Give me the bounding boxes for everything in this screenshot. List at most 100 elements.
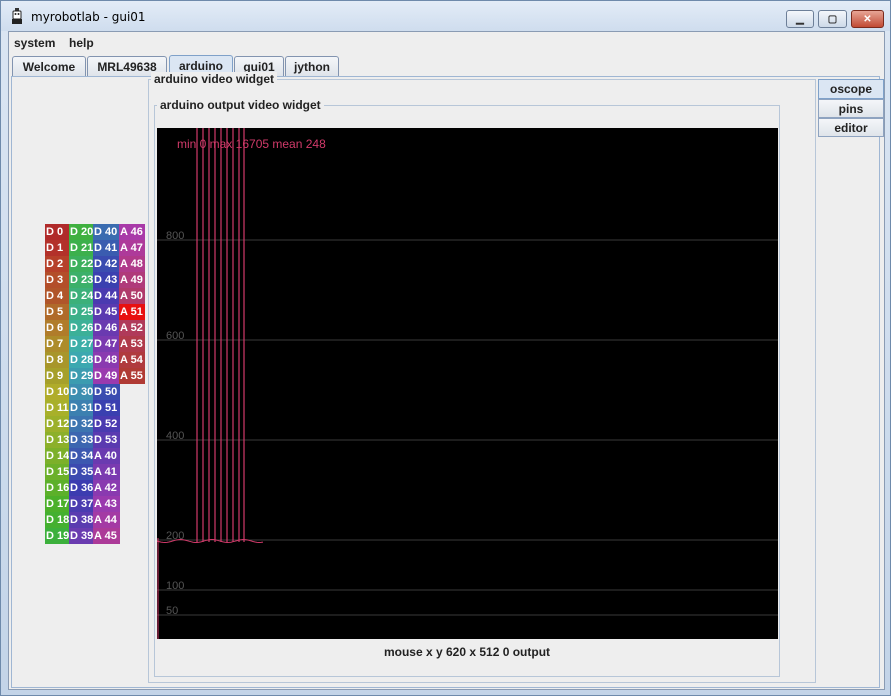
- pin-a50[interactable]: A 50: [119, 288, 145, 304]
- pin-d13[interactable]: D 13: [45, 432, 70, 448]
- pin-d53[interactable]: D 53: [93, 432, 120, 448]
- pin-d10[interactable]: D 10: [45, 384, 70, 400]
- grid-label-50: 50: [166, 605, 178, 617]
- app-icon: [12, 8, 22, 24]
- minimize-button[interactable]: ▁: [786, 10, 814, 28]
- pin-a45[interactable]: A 45: [93, 528, 120, 544]
- mouse-status: mouse x y 620 x 512 0 output: [383, 645, 551, 659]
- oscilloscope-display[interactable]: 800 600 400 200 100 50 min 0 max 16705 mean 24…: [157, 128, 778, 639]
- pin-d26[interactable]: D 26: [69, 320, 94, 336]
- pin-a53[interactable]: A 53: [119, 336, 145, 352]
- pin-d52[interactable]: D 52: [93, 416, 120, 432]
- pin-d23[interactable]: D 23: [69, 272, 94, 288]
- output-video-widget-group: arduino output video widget 800 600 400 200…: [154, 98, 780, 677]
- pin-d28[interactable]: D 28: [69, 352, 94, 368]
- pin-d6[interactable]: D 6: [45, 320, 70, 336]
- pin-d25[interactable]: D 25: [69, 304, 94, 320]
- pin-d22[interactable]: D 22: [69, 256, 94, 272]
- menu-system[interactable]: system: [14, 36, 55, 50]
- pin-d47[interactable]: D 47: [93, 336, 120, 352]
- pin-d50[interactable]: D 50: [93, 384, 120, 400]
- pin-d18[interactable]: D 18: [45, 512, 70, 528]
- oscilloscope-canvas: 80060040020010050min 0 max 16705 mean 24…: [157, 128, 778, 639]
- pin-d2[interactable]: D 2: [45, 256, 70, 272]
- pin-d40[interactable]: D 40: [93, 224, 120, 240]
- pin-a44[interactable]: A 44: [93, 512, 120, 528]
- tab-jython[interactable]: jython: [285, 56, 339, 76]
- pin-d42[interactable]: D 42: [93, 256, 120, 272]
- tab-pins[interactable]: pins: [818, 99, 884, 118]
- scope-stats: min 0 max 16705 mean 248: [177, 137, 326, 151]
- pin-d44[interactable]: D 44: [93, 288, 120, 304]
- pin-d21[interactable]: D 21: [69, 240, 94, 256]
- pin-d7[interactable]: D 7: [45, 336, 70, 352]
- video-widget-title: arduino video widget: [151, 72, 278, 86]
- pin-a40[interactable]: A 40: [93, 448, 120, 464]
- pin-d36[interactable]: D 36: [69, 480, 94, 496]
- pin-a43[interactable]: A 43: [93, 496, 120, 512]
- tab-oscope[interactable]: oscope: [818, 79, 884, 99]
- pin-a51[interactable]: A 51: [119, 304, 145, 320]
- maximize-button[interactable]: ▢: [818, 10, 847, 28]
- pin-d16[interactable]: D 16: [45, 480, 70, 496]
- pin-d14[interactable]: D 14: [45, 448, 70, 464]
- pin-a46[interactable]: A 46: [119, 224, 145, 240]
- pin-d45[interactable]: D 45: [93, 304, 120, 320]
- pin-d37[interactable]: D 37: [69, 496, 94, 512]
- pin-d48[interactable]: D 48: [93, 352, 120, 368]
- grid-label-800: 800: [166, 230, 184, 242]
- pin-a52[interactable]: A 52: [119, 320, 145, 336]
- pin-d1[interactable]: D 1: [45, 240, 70, 256]
- pin-a48[interactable]: A 48: [119, 256, 145, 272]
- pin-d17[interactable]: D 17: [45, 496, 70, 512]
- tab-editor[interactable]: editor: [818, 118, 884, 137]
- pin-d9[interactable]: D 9: [45, 368, 70, 384]
- pin-d43[interactable]: D 43: [93, 272, 120, 288]
- pin-d15[interactable]: D 15: [45, 464, 70, 480]
- pin-d33[interactable]: D 33: [69, 432, 94, 448]
- pin-d20[interactable]: D 20: [69, 224, 94, 240]
- pin-d5[interactable]: D 5: [45, 304, 70, 320]
- pin-d31[interactable]: D 31: [69, 400, 94, 416]
- grid-label-100: 100: [166, 580, 184, 592]
- pin-d32[interactable]: D 32: [69, 416, 94, 432]
- pin-d27[interactable]: D 27: [69, 336, 94, 352]
- pin-d4[interactable]: D 4: [45, 288, 70, 304]
- arduino-panel: D 0D 1D 2D 3D 4D 5D 6D 7D 8D 9D 10 D 11 D …: [11, 72, 884, 688]
- title-bar[interactable]: myrobotlab - gui01 ▁ ▢ ✕: [1, 1, 890, 31]
- pin-d30[interactable]: D 30: [69, 384, 94, 400]
- pin-d3[interactable]: D 3: [45, 272, 70, 288]
- menu-bar: system help: [9, 32, 884, 54]
- pin-d49[interactable]: D 49: [93, 368, 120, 384]
- tab-welcome[interactable]: Welcome: [12, 56, 86, 76]
- pin-d51[interactable]: D 51: [93, 400, 120, 416]
- pin-d46[interactable]: D 46: [93, 320, 120, 336]
- pin-a49[interactable]: A 49: [119, 272, 145, 288]
- pin-d19[interactable]: D 19: [45, 528, 70, 544]
- pin-d12[interactable]: D 12: [45, 416, 70, 432]
- close-button[interactable]: ✕: [851, 10, 884, 28]
- pin-a54[interactable]: A 54: [119, 352, 145, 368]
- pin-d29[interactable]: D 29: [69, 368, 94, 384]
- main-window: myrobotlab - gui01 ▁ ▢ ✕ system help Wel…: [0, 0, 891, 696]
- grid-label-400: 400: [166, 430, 184, 442]
- window-title: myrobotlab - gui01: [31, 10, 146, 24]
- pin-d39[interactable]: D 39: [69, 528, 94, 544]
- pin-d24[interactable]: D 24: [69, 288, 94, 304]
- pin-a55[interactable]: A 55: [119, 368, 145, 384]
- pin-a42[interactable]: A 42: [93, 480, 120, 496]
- pin-d35[interactable]: D 35: [69, 464, 94, 480]
- video-widget-group: arduino video widget arduino output vide…: [148, 72, 816, 683]
- service-tabs: Welcome MRL49638 arduino gui01 jython: [9, 54, 884, 76]
- pin-d38[interactable]: D 38: [69, 512, 94, 528]
- pin-a41[interactable]: A 41: [93, 464, 120, 480]
- output-widget-title: arduino output video widget: [157, 98, 324, 112]
- pin-d34[interactable]: D 34: [69, 448, 94, 464]
- pin-d11[interactable]: D 11: [45, 400, 70, 416]
- pin-d0[interactable]: D 0: [45, 224, 70, 240]
- menu-help[interactable]: help: [69, 36, 94, 50]
- pin-d41[interactable]: D 41: [93, 240, 120, 256]
- pin-a47[interactable]: A 47: [119, 240, 145, 256]
- client-area: system help Welcome MRL49638 arduino gui…: [8, 31, 885, 690]
- pin-d8[interactable]: D 8: [45, 352, 70, 368]
